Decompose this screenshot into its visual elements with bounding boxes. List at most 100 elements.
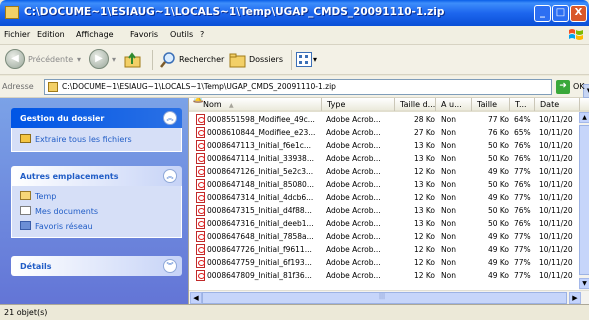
- column-packed-size[interactable]: Taille d...: [396, 98, 436, 111]
- table-row[interactable]: 0008647315_Initial_d4f88... Adobe Acrob..…: [189, 205, 579, 216]
- table-row[interactable]: 0008647648_Initial_7858a... Adobe Acrob..…: [189, 231, 579, 242]
- column-date[interactable]: Date: [536, 98, 580, 111]
- expand-icon[interactable]: ︾: [163, 259, 177, 273]
- table-row[interactable]: 0008647126_Initial_5e2c3... Adobe Acrob..…: [189, 166, 579, 177]
- menu-tools[interactable]: Outils: [170, 30, 193, 39]
- table-row[interactable]: 0008551598_Modifiee_49c... Adobe Acrob...…: [189, 114, 579, 125]
- file-type: Adobe Acrob...: [326, 219, 381, 228]
- search-button-label[interactable]: Rechercher: [179, 55, 224, 64]
- horizontal-scrollbar[interactable]: ◀ ||| ▶: [189, 290, 589, 304]
- maximize-button[interactable]: □: [552, 5, 569, 22]
- menu-favorites[interactable]: Favoris: [130, 30, 158, 39]
- scroll-left-icon[interactable]: ◀: [190, 292, 202, 304]
- file-size: 50 Ko: [487, 180, 509, 189]
- column-ratio[interactable]: T...: [511, 98, 535, 111]
- file-type: Adobe Acrob...: [326, 154, 381, 163]
- place-temp-link[interactable]: Temp: [20, 191, 56, 203]
- network-places-icon: [20, 221, 31, 230]
- details-header[interactable]: Détails ︾: [11, 256, 182, 276]
- collapse-icon[interactable]: ︽: [163, 111, 177, 125]
- file-date: 10/11/20: [539, 154, 573, 163]
- table-row[interactable]: 0008647316_Initial_deeb1... Adobe Acrob..…: [189, 218, 579, 229]
- table-row[interactable]: 0008610844_Modifiee_e23... Adobe Acrob...…: [189, 127, 579, 138]
- file-ratio: 77%: [514, 271, 531, 280]
- scroll-up-icon[interactable]: ▲: [579, 112, 589, 123]
- file-size: 76 Ko: [487, 128, 509, 137]
- file-type: Adobe Acrob...: [326, 167, 381, 176]
- scroll-down-icon[interactable]: ▼: [579, 278, 589, 289]
- back-dropdown-icon[interactable]: ▾: [77, 55, 81, 64]
- file-size: 49 Ko: [487, 258, 509, 267]
- column-size[interactable]: Taille: [473, 98, 510, 111]
- folder-icon: [20, 191, 31, 200]
- file-size: 50 Ko: [487, 141, 509, 150]
- column-password[interactable]: A u...: [437, 98, 472, 111]
- file-date: 10/11/20: [539, 245, 573, 254]
- back-button-label[interactable]: Précédente: [28, 55, 73, 64]
- address-value[interactable]: C:\DOCUME~1\ESIAUG~1\LOCALS~1\Temp\UGAP_…: [62, 82, 336, 91]
- file-type: Adobe Acrob...: [326, 128, 381, 137]
- extract-all-link[interactable]: Extraire tous les fichiers: [20, 134, 132, 146]
- table-row[interactable]: 0008647148_Initial_85080... Adobe Acrob..…: [189, 179, 579, 190]
- file-packed-size: 13 Ko: [413, 141, 435, 150]
- toolbar-separator: [152, 50, 153, 70]
- views-dropdown-icon[interactable]: ▾: [313, 55, 317, 64]
- documents-folder-icon: [20, 206, 31, 215]
- menu-file[interactable]: Fichier: [4, 30, 30, 39]
- file-ratio: 64%: [514, 115, 531, 124]
- file-password: Non: [441, 128, 456, 137]
- place-network-link[interactable]: Favoris réseau: [20, 221, 93, 233]
- file-packed-size: 13 Ko: [413, 154, 435, 163]
- pdf-file-icon: [196, 179, 205, 190]
- minimize-button[interactable]: _: [534, 5, 551, 22]
- extract-all-label[interactable]: Extraire tous les fichiers: [35, 135, 132, 144]
- file-packed-size: 12 Ko: [413, 258, 435, 267]
- table-row[interactable]: 0008647809_Initial_81f36... Adobe Acrob..…: [189, 270, 579, 281]
- scroll-right-icon[interactable]: ▶: [569, 292, 581, 304]
- place-temp-label[interactable]: Temp: [35, 192, 56, 201]
- table-row[interactable]: 0008647314_Initial_4dcb6... Adobe Acrob..…: [189, 192, 579, 203]
- folder-tasks-header[interactable]: Gestion du dossier ︽: [11, 108, 182, 128]
- vertical-scrollbar[interactable]: ▲ ▼: [579, 112, 589, 290]
- other-places-header[interactable]: Autres emplacements ︽: [11, 166, 182, 186]
- forward-arrow-icon[interactable]: ▶: [89, 49, 109, 69]
- file-type: Adobe Acrob...: [326, 245, 381, 254]
- column-type[interactable]: Type: [323, 98, 395, 111]
- place-my-documents-label[interactable]: Mes documents: [35, 207, 98, 216]
- pdf-file-icon: [196, 257, 205, 268]
- folder-up-icon[interactable]: [124, 51, 142, 69]
- go-button-label[interactable]: OK: [573, 82, 585, 91]
- file-packed-size: 13 Ko: [413, 219, 435, 228]
- table-row[interactable]: 0008647759_Initial_6f193... Adobe Acrob..…: [189, 257, 579, 268]
- table-row[interactable]: 0008647114_Initial_33938... Adobe Acrob..…: [189, 153, 579, 164]
- forward-dropdown-icon[interactable]: ▾: [112, 55, 116, 64]
- file-type: Adobe Acrob...: [326, 180, 381, 189]
- menu-view[interactable]: Affichage: [76, 30, 114, 39]
- table-row[interactable]: 0008647726_Initial_f9611... Adobe Acrob..…: [189, 244, 579, 255]
- vertical-scroll-thumb[interactable]: [579, 125, 589, 275]
- menu-help[interactable]: ?: [200, 30, 204, 39]
- collapse-icon[interactable]: ︽: [163, 169, 177, 183]
- file-date: 10/11/20: [539, 180, 573, 189]
- pdf-file-icon: [196, 192, 205, 203]
- file-name: 0008647114_Initial_33938...: [207, 154, 314, 163]
- go-arrow-icon[interactable]: ➜: [556, 80, 570, 94]
- extract-zip-icon: [20, 134, 31, 143]
- toolbar: ◀ Précédente ▾ ▶ ▾ Rechercher Dossiers ▾: [0, 45, 589, 75]
- file-packed-size: 13 Ko: [413, 206, 435, 215]
- title-bar[interactable]: C:\DOCUME~1\ESIAUG~1\LOCALS~1\Temp\UGAP_…: [0, 0, 589, 26]
- views-icon[interactable]: [296, 52, 312, 67]
- column-name[interactable]: Nom: [199, 98, 322, 111]
- back-arrow-icon[interactable]: ◀: [5, 49, 25, 69]
- file-ratio: 77%: [514, 193, 531, 202]
- folders-icon[interactable]: [229, 51, 247, 69]
- file-name: 0008647315_Initial_d4f88...: [207, 206, 312, 215]
- place-network-label[interactable]: Favoris réseau: [35, 222, 93, 231]
- place-my-documents-link[interactable]: Mes documents: [20, 206, 98, 218]
- folders-button-label[interactable]: Dossiers: [249, 55, 283, 64]
- table-row[interactable]: 0008647113_Initial_f6e1c... Adobe Acrob..…: [189, 140, 579, 151]
- menu-edit[interactable]: Edition: [37, 30, 65, 39]
- close-button[interactable]: X: [570, 5, 587, 22]
- address-input[interactable]: C:\DOCUME~1\ESIAUG~1\LOCALS~1\Temp\UGAP_…: [44, 79, 589, 98]
- search-icon[interactable]: [159, 51, 177, 69]
